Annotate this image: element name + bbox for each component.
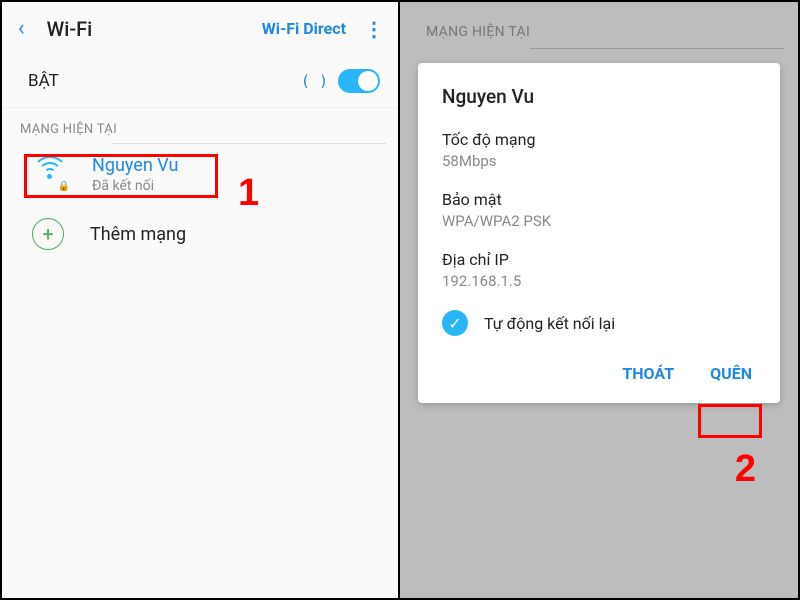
wifi-toggle[interactable] [338,69,380,93]
more-icon[interactable]: ⋮ [364,17,382,41]
wifi-toggle-row: BẬT ( ) [2,55,398,108]
wifi-settings-pane: ‹ Wi-Fi Wi-Fi Direct ⋮ BẬT ( ) MẠNG HIỆN… [2,2,400,598]
add-network-row[interactable]: + Thêm mạng [2,204,398,264]
wifi-detail-pane: MẠNG HIỆN TẠI Nguyen Vu Tốc độ mạng 58Mb… [400,2,798,598]
wifi-toggle-label: BẬT [28,71,301,91]
network-detail-dialog: Nguyen Vu Tốc độ mạng 58Mbps Bảo mật WPA… [418,63,780,403]
security-value: WPA/WPA2 PSK [442,212,756,230]
ip-label: Địa chỉ IP [442,250,756,269]
annotation-box-1 [24,154,218,198]
exit-button[interactable]: THOÁT [618,358,678,389]
section-current-network: MẠNG HIỆN TẠI [400,2,798,48]
annotation-number-1: 1 [238,172,259,215]
annotation-number-2: 2 [735,448,756,491]
annotation-box-2 [698,404,762,438]
auto-reconnect-label: Tự động kết nối lại [484,314,615,333]
speed-label: Tốc độ mạng [442,130,756,149]
ip-value: 192.168.1.5 [442,272,756,290]
plus-icon: + [32,218,64,250]
dialog-title: Nguyen Vu [442,85,756,108]
section-current-network: MẠNG HIỆN TẠI [2,108,398,143]
page-title: Wi-Fi [47,17,262,41]
back-icon[interactable]: ‹ [18,16,25,41]
forget-button[interactable]: QUÊN [706,358,756,389]
toggle-spinner-decor: ( ) [301,72,328,90]
speed-value: 58Mbps [442,152,756,170]
wifi-direct-link[interactable]: Wi-Fi Direct [262,19,346,38]
security-label: Bảo mật [442,190,756,209]
check-icon: ✓ [442,310,468,336]
divider [530,48,784,49]
add-network-label: Thêm mạng [90,224,186,245]
header: ‹ Wi-Fi Wi-Fi Direct ⋮ [2,2,398,55]
auto-reconnect-row[interactable]: ✓ Tự động kết nối lại [442,310,756,336]
